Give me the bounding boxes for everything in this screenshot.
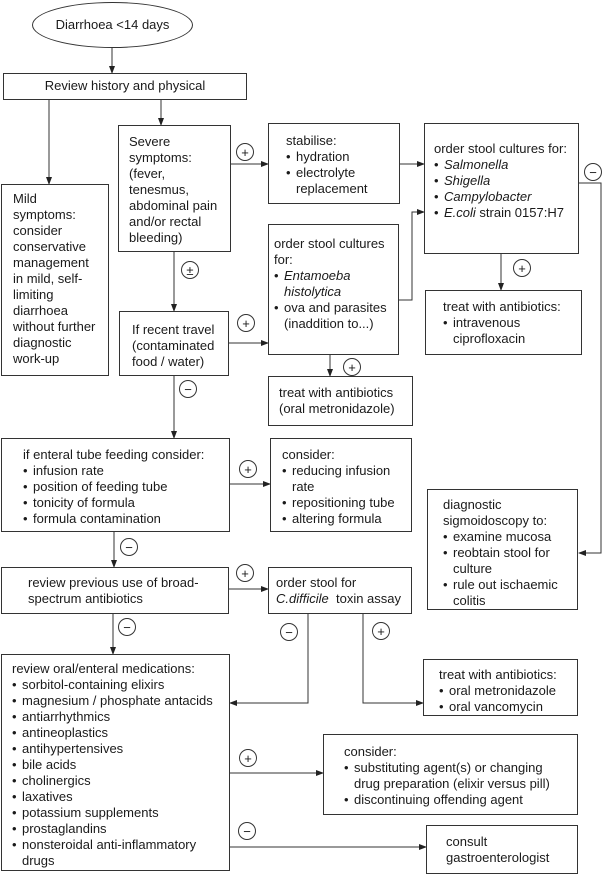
- medication-item: potassium supplements: [12, 805, 225, 821]
- cdiff-toxin-box: order stool for C.difficile toxin assay: [268, 567, 412, 614]
- medication-item: antihypertensives: [12, 741, 225, 757]
- plus-symbol: +: [239, 749, 257, 767]
- ova-culture-item: ova and parasites (inaddition to...): [274, 300, 392, 332]
- treat-cipro-item-list: intravenous ciprofloxacin: [443, 315, 575, 347]
- recent-travel-box: If recent travel (contaminated food / wa…: [119, 311, 229, 376]
- medication-item: bile acids: [12, 757, 225, 773]
- term-suffix: strain 0157:H7: [475, 205, 564, 220]
- oral-antibiotics-item: oral metronidazole: [439, 683, 571, 699]
- consider-infusion-item: altering formula: [282, 511, 405, 527]
- mild-symptoms-box: Mild symptoms: consider conservative man…: [1, 184, 109, 376]
- plus-symbol: +: [343, 358, 361, 376]
- medication-item: antiarrhythmics: [12, 709, 225, 725]
- medication-item: magnesium / phosphate antacids: [12, 693, 225, 709]
- italic-term: Salmonella: [444, 157, 509, 172]
- enteral-feeding-item: position of feeding tube: [23, 479, 223, 495]
- minus-symbol: −: [584, 163, 602, 181]
- plus-symbol: +: [237, 314, 255, 332]
- medication-item: prostaglandins: [12, 821, 225, 837]
- sigmoidoscopy-item: examine mucosa: [443, 529, 571, 545]
- enteral-feeding-item: tonicity of formula: [23, 495, 223, 511]
- consider-agents-item: substituting agent(s) or changing drug p…: [344, 760, 571, 792]
- stabilise-title: stabilise:: [286, 133, 337, 148]
- severe-symptoms-box: Severe symptoms: (fever, tenesmus, abdom…: [118, 125, 231, 252]
- consider-agents-item-list: substituting agent(s) or changing drug p…: [344, 760, 571, 808]
- plus-symbol: +: [239, 460, 257, 478]
- stool-cultures-title: order stool cultures for:: [434, 141, 567, 156]
- italic-term: Entamoeba histolytica: [284, 268, 351, 299]
- minus-symbol: −: [280, 623, 298, 641]
- oral-antibiotics-item: oral vancomycin: [439, 699, 571, 715]
- minus-symbol: −: [179, 380, 197, 398]
- italic-term: E.coli: [444, 205, 476, 220]
- medications-title: review oral/enteral medications:: [12, 661, 195, 676]
- consider-agents-item: discontinuing offending agent: [344, 792, 571, 808]
- stabilise-item-list: hydrationelectrolyte replacement: [286, 149, 391, 197]
- minus-symbol: −: [120, 538, 138, 556]
- ova-cultures-title: order stool cultures for:: [274, 236, 385, 267]
- plus-symbol: +: [236, 564, 254, 582]
- sigmoidoscopy-item: rule out ischaemic colitis: [443, 577, 571, 609]
- consider-agents-title: consider:: [344, 744, 397, 759]
- stool-culture-item: Salmonella: [434, 157, 572, 173]
- edge-ova-cultures: [399, 209, 425, 301]
- cdiff-assay: toxin assay: [328, 591, 402, 606]
- enteral-feeding-item-list: infusion rateposition of feeding tubeton…: [23, 463, 223, 527]
- enteral-feeding-item: infusion rate: [23, 463, 223, 479]
- enteral-feeding-item: formula contamination: [23, 511, 223, 527]
- treat-cipro-item: intravenous ciprofloxacin: [443, 315, 575, 347]
- oral-antibiotics-item-list: oral metronidazoleoral vancomycin: [439, 683, 571, 715]
- consult-box: consult gastroenterologist: [426, 825, 578, 874]
- italic-term: Shigella: [444, 173, 491, 188]
- minus-symbol: −: [238, 822, 256, 840]
- oral-antibiotics-box: treat with antibiotics: oral metronidazo…: [423, 659, 578, 716]
- consider-infusion-item: reducing infusion rate: [282, 463, 405, 495]
- cdiff-line1: order stool for: [276, 575, 357, 590]
- medication-item-list: sorbitol-containing elixirsmagnesium / p…: [12, 677, 225, 869]
- enteral-feeding-title: if enteral tube feeding consider:: [23, 447, 205, 462]
- treat-cipro-title: treat with antibiotics:: [443, 299, 561, 314]
- stool-cultures-box: order stool cultures for: SalmonellaShig…: [424, 123, 579, 254]
- review-history-box: Review history and physical: [3, 73, 247, 100]
- plus-symbol: +: [513, 259, 531, 277]
- medication-item: laxatives: [12, 789, 225, 805]
- consider-infusion-item: repositioning tube: [282, 495, 405, 511]
- stool-culture-item-list: SalmonellaShigellaCampylobacterE.coli st…: [434, 157, 572, 221]
- consider-agents-box: consider: substituting agent(s) or chang…: [323, 734, 578, 815]
- stool-culture-item: E.coli strain 0157:H7: [434, 205, 572, 221]
- stool-culture-item: Shigella: [434, 173, 572, 189]
- stabilise-box: stabilise: hydrationelectrolyte replacem…: [268, 123, 400, 204]
- sigmoidoscopy-box: diagnostic sigmoidoscopy to: examine muc…: [427, 489, 578, 610]
- stool-culture-item: Campylobacter: [434, 189, 572, 205]
- consider-infusion-item-list: reducing infusion raterepositioning tube…: [282, 463, 405, 527]
- plus-symbol: +: [236, 143, 254, 161]
- plus-minus-symbol: ±: [181, 261, 199, 279]
- italic-term: Campylobacter: [444, 189, 532, 204]
- sigmoidoscopy-title: diagnostic sigmoidoscopy to:: [443, 497, 548, 528]
- edge-cultures-sigmoid: [578, 182, 602, 556]
- sigmoidoscopy-item-list: examine mucosareobtain stool for culture…: [443, 529, 571, 609]
- treat-cipro-box: treat with antibiotics: intravenous cipr…: [425, 290, 582, 355]
- start-node: Diarrhoea <14 days: [32, 2, 193, 48]
- medications-box: review oral/enteral medications: sorbito…: [1, 654, 230, 871]
- consider-infusion-box: consider: reducing infusion raterepositi…: [270, 438, 412, 532]
- medication-item: antineoplastics: [12, 725, 225, 741]
- broad-spectrum-box: review previous use of broad-spectrum an…: [1, 567, 229, 614]
- minus-symbol: −: [118, 618, 136, 636]
- ova-cultures-box: order stool cultures for: Entamoeba hist…: [268, 224, 399, 355]
- cdiff-organism: C.difficile: [276, 591, 329, 606]
- enteral-feeding-box: if enteral tube feeding consider: infusi…: [1, 438, 230, 532]
- oral-metronidazole-box: treat with antibiotics (oral metronidazo…: [268, 376, 413, 426]
- oral-antibiotics-title: treat with antibiotics:: [439, 667, 557, 682]
- sigmoidoscopy-item: reobtain stool for culture: [443, 545, 571, 577]
- plus-symbol: +: [372, 622, 390, 640]
- ova-culture-item: Entamoeba histolytica: [274, 268, 392, 300]
- stabilise-item: electrolyte replacement: [286, 165, 391, 197]
- stabilise-item: hydration: [286, 149, 391, 165]
- consider-infusion-title: consider:: [282, 447, 335, 462]
- ova-culture-item-list: Entamoeba histolyticaova and parasites (…: [274, 268, 392, 332]
- medication-item: sorbitol-containing elixirs: [12, 677, 225, 693]
- medication-item: cholinergics: [12, 773, 225, 789]
- medication-item: nonsteroidal anti-inflammatory drugs: [12, 837, 225, 869]
